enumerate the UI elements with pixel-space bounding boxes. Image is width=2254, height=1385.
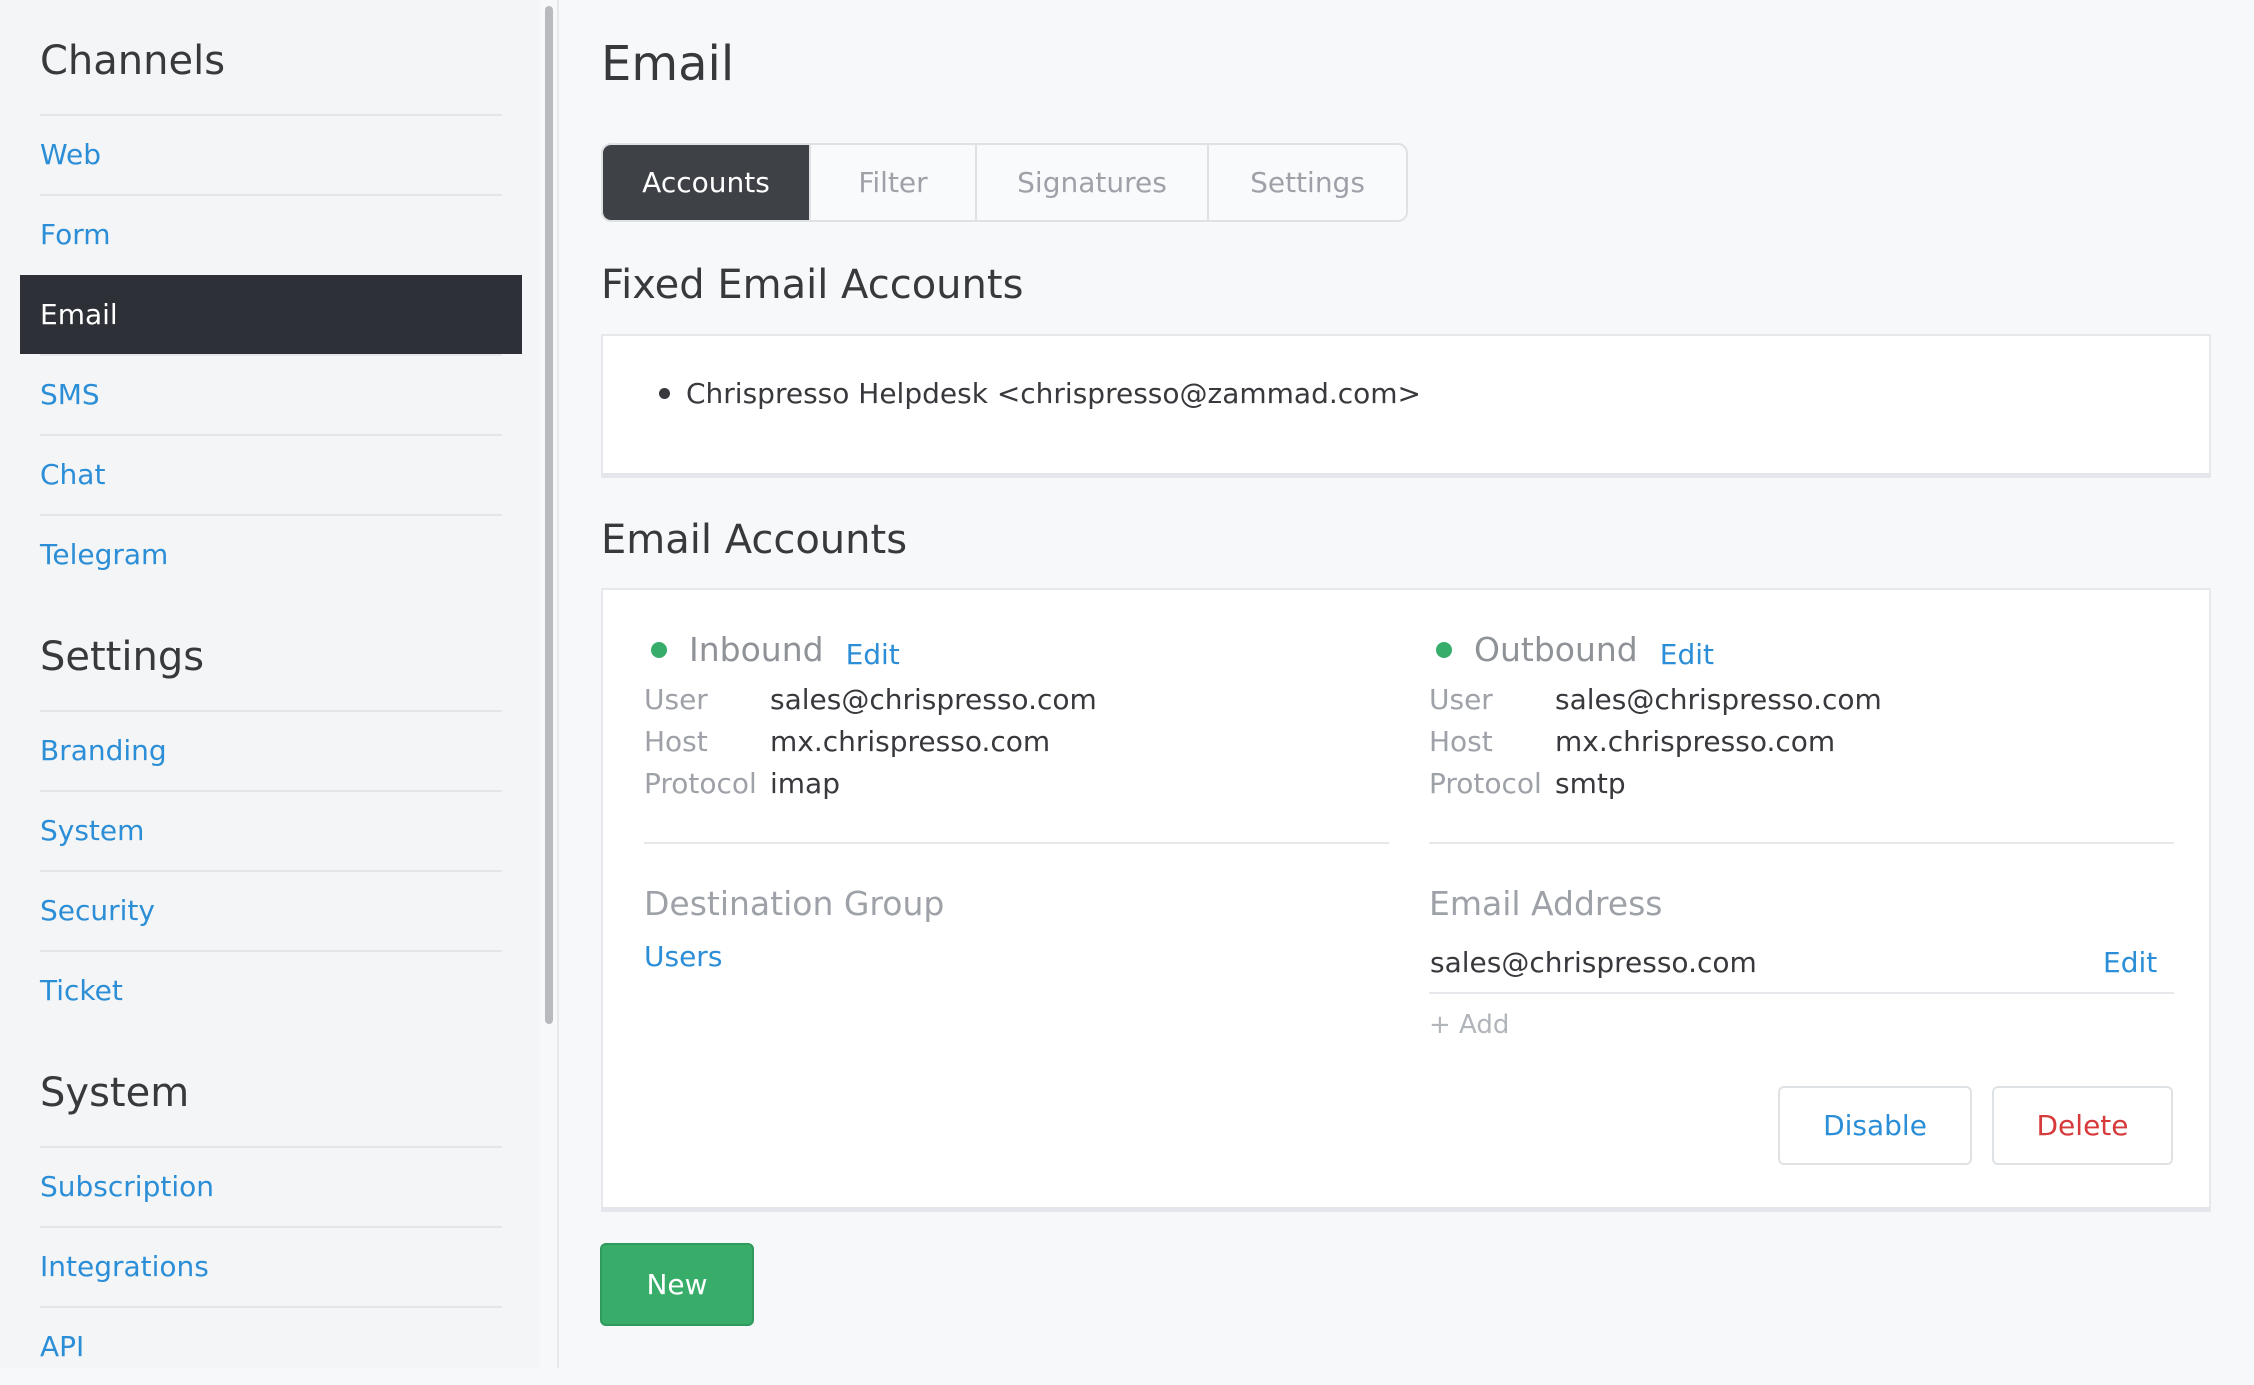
fixed-accounts-heading: Fixed Email Accounts (601, 262, 1024, 308)
sidebar-item-branding[interactable]: Branding (40, 710, 502, 789)
sidebar-item-form[interactable]: Form (40, 194, 502, 273)
new-account-button[interactable]: New (600, 1243, 754, 1326)
fixed-accounts-panel: Chrispresso Helpdesk <chrispresso@zammad… (601, 334, 2211, 478)
email-address-value: sales@chrispresso.com (1430, 946, 1757, 979)
tab-signatures[interactable]: Signatures (977, 145, 1209, 220)
sidebar-item-telegram[interactable]: Telegram (40, 514, 502, 593)
nav-heading-system: System (40, 1070, 190, 1116)
destination-group-label: Destination Group (644, 884, 945, 923)
outbound-divider (1429, 842, 2174, 844)
sidebar-item-integrations[interactable]: Integrations (40, 1226, 502, 1305)
inbound-header: Inbound Edit (651, 628, 900, 671)
email-account-panel: Inbound Edit User sales@chrispresso.com … (601, 588, 2211, 1212)
tab-filter[interactable]: Filter (811, 145, 977, 220)
email-address-divider (1429, 992, 2174, 994)
sidebar-divider (557, 0, 559, 1368)
sidebar-item-security[interactable]: Security (40, 870, 502, 949)
nav-heading-settings: Settings (40, 634, 205, 680)
nav-heading-channels: Channels (40, 38, 226, 84)
outbound-label: Outbound (1474, 630, 1638, 669)
outbound-host-value: mx.chrispresso.com (1555, 725, 1836, 758)
sidebar: Channels Web Form Email SMS Chat Telegra… (0, 0, 540, 1368)
delete-button[interactable]: Delete (1992, 1086, 2173, 1165)
bullet-icon (659, 388, 670, 399)
outbound-user-value: sales@chrispresso.com (1555, 683, 1882, 716)
add-email-address-link[interactable]: + Add (1429, 1010, 1509, 1040)
inbound-label: Inbound (689, 630, 824, 669)
destination-group-link[interactable]: Users (644, 940, 722, 973)
sidebar-item-sms[interactable]: SMS (40, 354, 502, 433)
outbound-header: Outbound Edit (1436, 628, 1714, 671)
sidebar-item-ticket[interactable]: Ticket (40, 950, 502, 1029)
inbound-protocol-key: Protocol (644, 767, 757, 800)
outbound-edit-link[interactable]: Edit (1660, 638, 1714, 671)
outbound-protocol-key: Protocol (1429, 767, 1542, 800)
tab-settings[interactable]: Settings (1209, 145, 1406, 220)
sidebar-item-web[interactable]: Web (40, 114, 502, 193)
inbound-user-key: User (644, 683, 708, 716)
outbound-user-key: User (1429, 683, 1493, 716)
sidebar-item-system[interactable]: System (40, 790, 502, 869)
fixed-account-item: Chrispresso Helpdesk <chrispresso@zammad… (659, 377, 1421, 410)
inbound-user-value: sales@chrispresso.com (770, 683, 1097, 716)
outbound-details: User sales@chrispresso.com Host mx.chris… (1429, 683, 1882, 800)
outbound-status-dot-icon (1436, 641, 1452, 658)
disable-button[interactable]: Disable (1778, 1086, 1972, 1165)
outbound-host-key: Host (1429, 725, 1493, 758)
inbound-status-dot-icon (651, 641, 667, 658)
outbound-protocol-value: smtp (1555, 767, 1626, 800)
fixed-account-label: Chrispresso Helpdesk <chrispresso@zammad… (686, 377, 1421, 410)
email-address-label: Email Address (1429, 884, 1663, 923)
email-accounts-heading: Email Accounts (601, 517, 908, 563)
tab-bar: Accounts Filter Signatures Settings (601, 143, 1408, 222)
sidebar-scrollbar[interactable] (545, 6, 553, 1024)
sidebar-item-api[interactable]: API (40, 1306, 502, 1385)
inbound-host-value: mx.chrispresso.com (770, 725, 1051, 758)
inbound-protocol-value: imap (770, 767, 840, 800)
sidebar-item-subscription[interactable]: Subscription (40, 1146, 502, 1225)
inbound-divider (644, 842, 1389, 844)
tab-accounts[interactable]: Accounts (603, 145, 811, 220)
sidebar-item-chat[interactable]: Chat (40, 434, 502, 513)
page-title: Email (601, 36, 735, 92)
inbound-host-key: Host (644, 725, 708, 758)
sidebar-item-email[interactable]: Email (20, 275, 522, 354)
inbound-edit-link[interactable]: Edit (846, 638, 900, 671)
email-address-edit-link[interactable]: Edit (2103, 946, 2157, 979)
inbound-details: User sales@chrispresso.com Host mx.chris… (644, 683, 1097, 800)
